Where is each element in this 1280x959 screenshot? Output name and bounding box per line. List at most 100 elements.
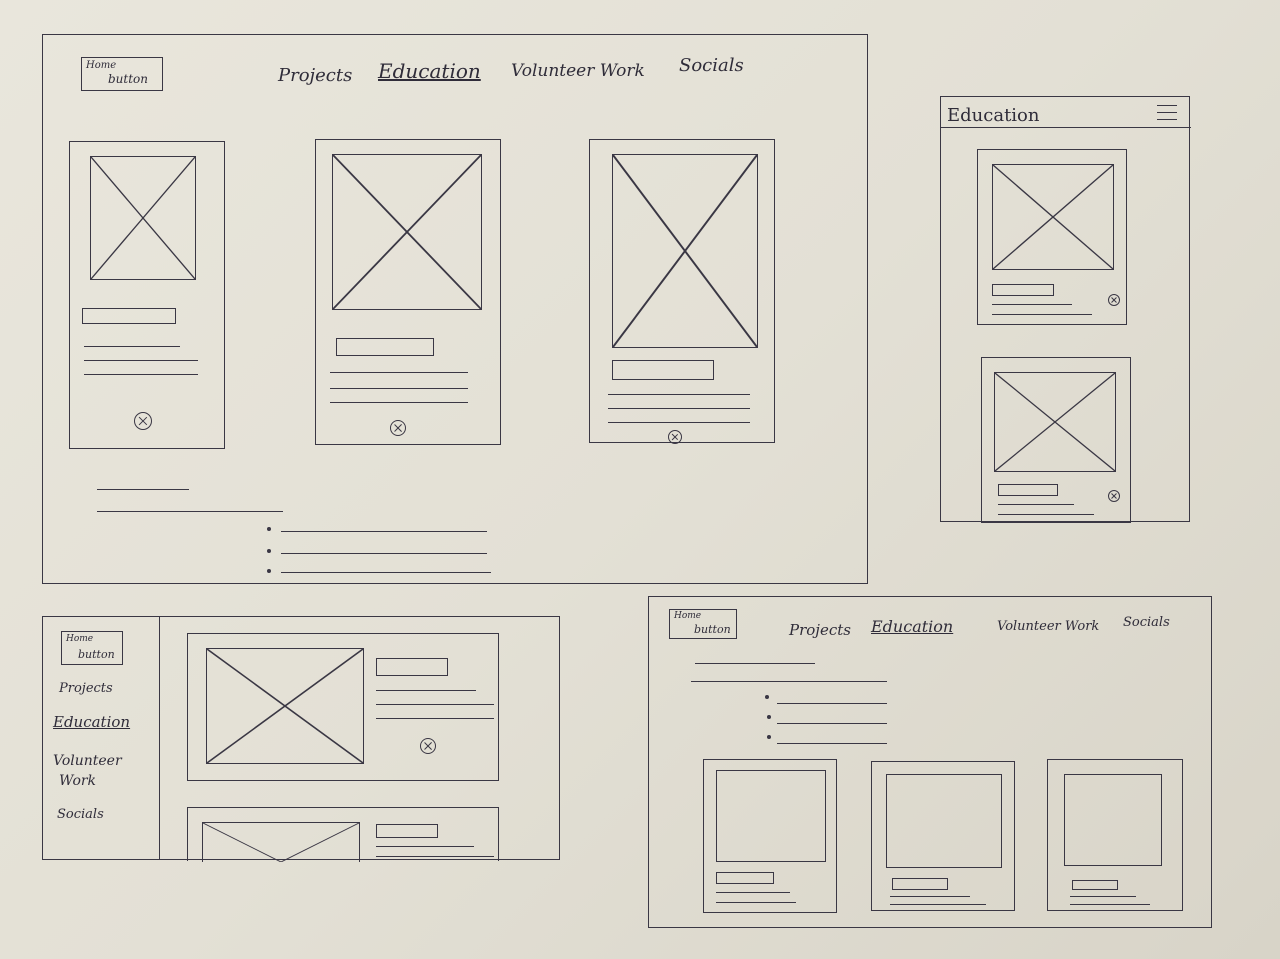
card [589, 139, 775, 444]
nav-socials[interactable]: Socials [1123, 615, 1170, 630]
nav-volunteer-work[interactable]: Volunteer Work [997, 619, 1099, 634]
card [1047, 759, 1183, 911]
home-button-label-line2: button [108, 72, 149, 86]
title-placeholder [992, 284, 1054, 296]
title-placeholder [82, 308, 176, 324]
title-placeholder [716, 872, 774, 884]
home-button-label-line2: button [694, 623, 731, 636]
bullet-line [281, 572, 491, 573]
image-placeholder [332, 154, 482, 310]
nav-volunteer-work[interactable]: Volunteer Work [511, 61, 645, 81]
image-placeholder [206, 648, 364, 764]
card [703, 759, 837, 913]
text-line [998, 504, 1074, 505]
text-line [608, 408, 750, 409]
card [871, 761, 1015, 911]
sidebar-item-work[interactable]: Work [59, 773, 96, 789]
text-line [330, 402, 468, 403]
bullet [267, 527, 271, 531]
desktop-alt-wireframe: Home button Projects Education Volunteer… [648, 596, 1212, 928]
text-line [1070, 904, 1150, 905]
text-line [330, 372, 468, 373]
image-placeholder [994, 372, 1116, 472]
text-line [998, 514, 1094, 515]
heading-line [97, 489, 189, 490]
home-button-label-line1: Home [66, 634, 94, 644]
heading-line [695, 663, 815, 664]
card [187, 633, 499, 781]
image-placeholder [202, 822, 360, 862]
bullet [767, 715, 771, 719]
image-placeholder [992, 164, 1114, 270]
text-line [1070, 896, 1136, 897]
home-button[interactable]: Home button [81, 57, 163, 91]
bullet [267, 549, 271, 553]
image-placeholder [1064, 774, 1162, 866]
bullet-line [281, 553, 487, 554]
text-line [376, 856, 494, 857]
close-icon[interactable] [134, 412, 152, 430]
home-button[interactable]: Home button [669, 609, 737, 639]
bullet-line [281, 531, 487, 532]
image-placeholder [612, 154, 758, 348]
bullet-line [777, 743, 887, 744]
text-line [84, 360, 198, 361]
card [977, 149, 1127, 325]
text-line [716, 892, 790, 893]
title-placeholder [612, 360, 714, 380]
card [981, 357, 1131, 523]
text-line [691, 681, 887, 682]
text-line [992, 314, 1092, 315]
text-line [330, 388, 468, 389]
title-placeholder [998, 484, 1058, 496]
bullet [767, 735, 771, 739]
hamburger-menu-icon[interactable] [1157, 105, 1177, 126]
home-button-label-line1: Home [674, 611, 702, 621]
text-line [992, 304, 1072, 305]
desktop-wireframe: Home button Projects Education Volunteer… [42, 34, 868, 584]
title-placeholder [376, 658, 448, 676]
card [187, 807, 499, 862]
nav-projects[interactable]: Projects [278, 65, 352, 86]
sidebar-item-socials[interactable]: Socials [57, 807, 104, 822]
card [315, 139, 501, 445]
text-line [84, 346, 180, 347]
sidebar-item-education[interactable]: Education [53, 713, 130, 731]
bullet [267, 569, 271, 573]
nav-education[interactable]: Education [378, 59, 481, 83]
sidebar-item-volunteer[interactable]: Volunteer [53, 753, 122, 769]
bullet [765, 695, 769, 699]
text-line [608, 394, 750, 395]
image-placeholder [716, 770, 826, 862]
text-line [376, 718, 494, 719]
title-placeholder [892, 878, 948, 890]
header-divider [941, 127, 1191, 128]
mobile-wireframe: Education [940, 96, 1191, 523]
close-icon[interactable] [668, 430, 682, 444]
text-line [376, 704, 494, 705]
image-placeholder [90, 156, 196, 280]
text-line [608, 422, 750, 423]
title-placeholder [376, 824, 438, 838]
nav-projects[interactable]: Projects [789, 621, 851, 639]
text-line [890, 904, 986, 905]
nav-education[interactable]: Education [871, 617, 953, 636]
text-line [890, 896, 970, 897]
bullet-line [777, 723, 887, 724]
close-icon[interactable] [420, 738, 436, 754]
home-button-label-line2: button [78, 648, 115, 661]
sidebar-divider [159, 617, 160, 859]
home-button[interactable]: Home button [61, 631, 123, 665]
close-icon[interactable] [1108, 294, 1120, 306]
close-icon[interactable] [1108, 490, 1120, 502]
close-icon[interactable] [390, 420, 406, 436]
text-line [97, 511, 283, 512]
home-button-label-line1: Home [86, 60, 117, 71]
text-line [376, 846, 474, 847]
mobile-title: Education [947, 105, 1040, 126]
sidebar-wireframe: Home button Projects Education Volunteer… [42, 616, 560, 862]
text-line [84, 374, 198, 375]
text-line [376, 690, 476, 691]
sidebar-item-projects[interactable]: Projects [59, 681, 113, 696]
nav-socials[interactable]: Socials [679, 55, 744, 76]
